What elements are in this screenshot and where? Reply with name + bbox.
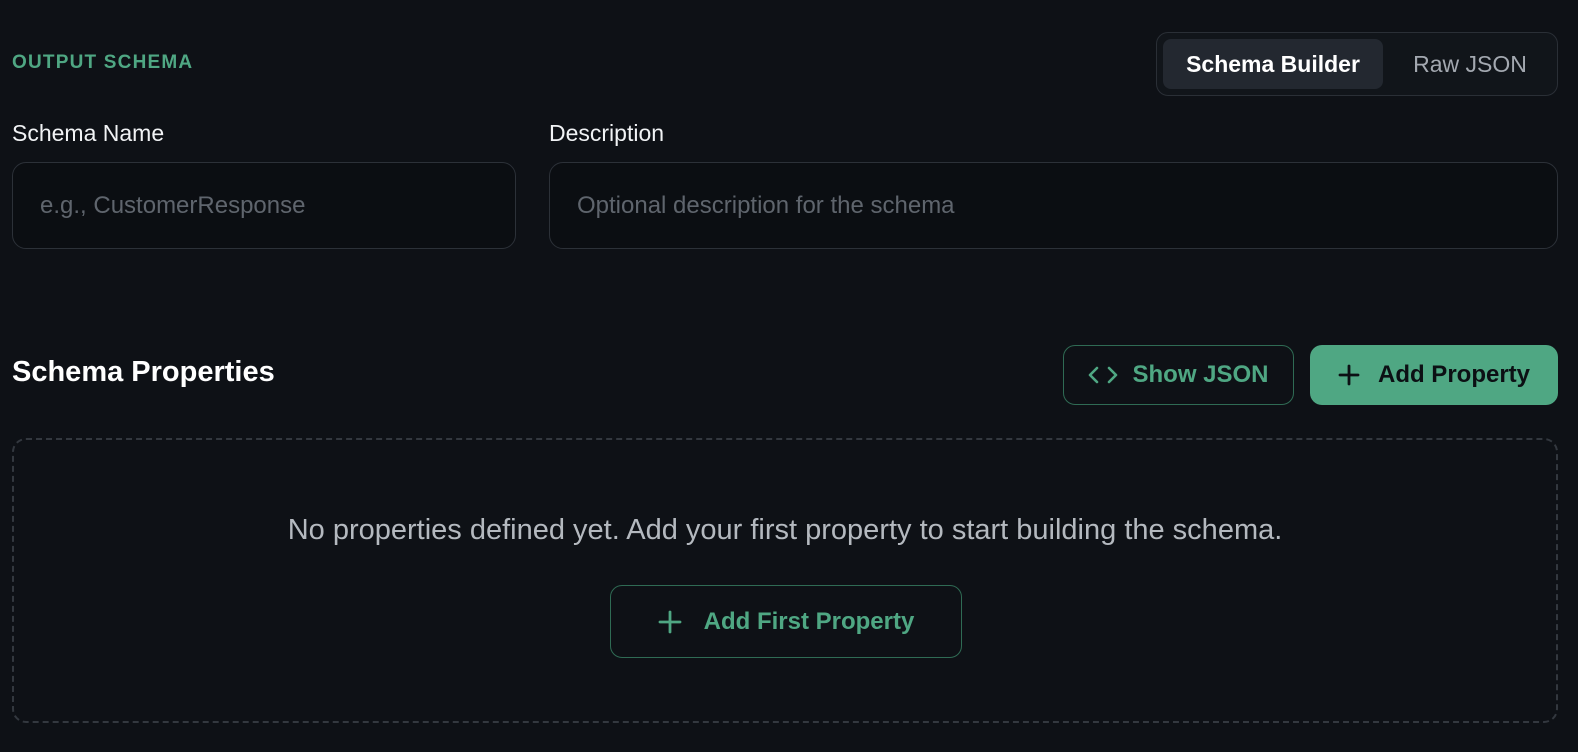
add-property-button[interactable]: Add Property [1310,345,1558,405]
schema-properties-title: Schema Properties [12,356,275,388]
show-json-label: Show JSON [1132,361,1269,388]
schema-builder-tab[interactable]: Schema Builder [1163,39,1383,89]
properties-empty-state: No properties defined yet. Add your firs… [12,438,1558,723]
add-property-label: Add Property [1377,361,1530,388]
add-first-property-button[interactable]: Add First Property [610,585,962,658]
description-label: Description [549,120,665,146]
plus-icon [1338,364,1360,386]
empty-state-message: No properties defined yet. Add your firs… [287,514,1283,546]
schema-name-label: Schema Name [12,120,165,146]
plus-icon [658,610,682,634]
add-first-property-label: Add First Property [703,607,915,635]
raw-json-tab[interactable]: Raw JSON [1389,39,1551,89]
section-label: OUTPUT SCHEMA [12,52,194,73]
show-json-button[interactable]: Show JSON [1063,345,1294,405]
output-schema-panel: OUTPUT SCHEMA Schema Builder Raw JSON Sc… [0,0,1578,752]
code-icon [1088,365,1118,385]
mode-toggle: Schema Builder Raw JSON [1156,32,1558,96]
description-input[interactable] [549,162,1558,249]
schema-name-input[interactable] [12,162,516,249]
